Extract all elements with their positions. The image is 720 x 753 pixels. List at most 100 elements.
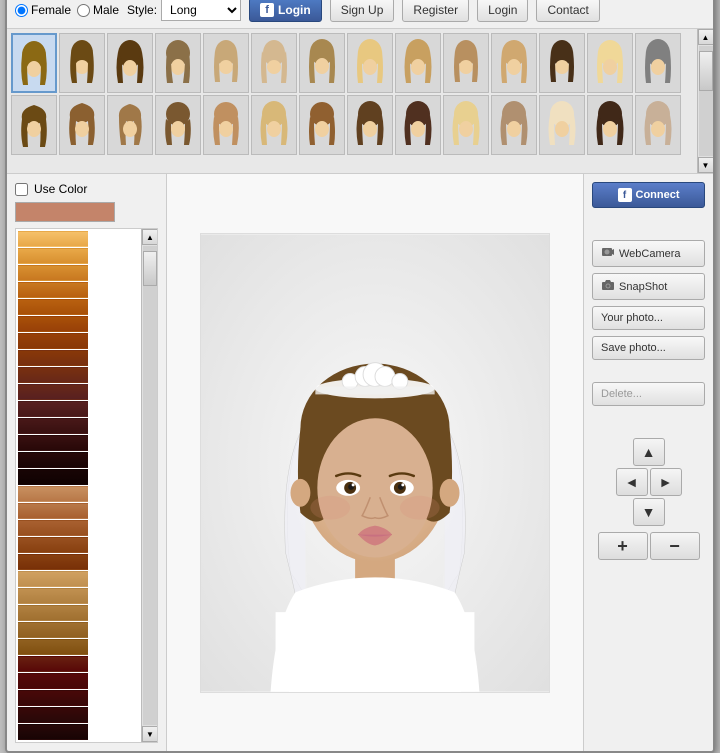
male-radio[interactable] xyxy=(77,4,90,17)
style-select[interactable]: Long Short Medium Curly Straight xyxy=(161,0,241,21)
webcam-button[interactable]: WebCamera xyxy=(592,240,705,267)
palette-color-29[interactable] xyxy=(18,707,88,723)
arrow-up-button[interactable]: ▲ xyxy=(633,438,665,466)
hair-thumb-r2-8[interactable] xyxy=(347,95,393,155)
fb-login-button[interactable]: f Login xyxy=(249,0,322,22)
palette-color-13[interactable] xyxy=(18,435,88,451)
register-button[interactable]: Register xyxy=(402,0,469,22)
arrow-down-button[interactable]: ▼ xyxy=(633,498,665,526)
palette-scroll-thumb[interactable] xyxy=(143,251,157,286)
palette-scroll-up[interactable]: ▲ xyxy=(142,229,158,245)
palette-color-23[interactable] xyxy=(18,605,88,621)
hair-gallery-inner xyxy=(7,29,713,159)
gallery-scroll-down[interactable]: ▼ xyxy=(698,157,714,173)
toolbar: Female Male Style: Long Short Medium Cur… xyxy=(7,0,713,29)
palette-color-24[interactable] xyxy=(18,622,88,638)
male-radio-label[interactable]: Male xyxy=(77,3,119,17)
hair-thumb-13[interactable] xyxy=(587,33,633,93)
arrow-left-button[interactable]: ◄ xyxy=(616,468,648,496)
hair-thumb-r2-6[interactable] xyxy=(251,95,297,155)
palette-color-5[interactable] xyxy=(18,299,88,315)
hair-thumb-5[interactable] xyxy=(203,33,249,93)
hair-thumb-1[interactable] xyxy=(11,33,57,93)
hair-thumb-9[interactable] xyxy=(395,33,441,93)
gallery-scroll-thumb[interactable] xyxy=(699,51,713,91)
hair-thumb-12[interactable] xyxy=(539,33,585,93)
palette-color-6[interactable] xyxy=(18,316,88,332)
palette-color-18[interactable] xyxy=(18,520,88,536)
gallery-scroll-up[interactable]: ▲ xyxy=(698,29,714,45)
palette-color-9[interactable] xyxy=(18,367,88,383)
hair-thumb-r2-11[interactable] xyxy=(491,95,537,155)
female-radio[interactable] xyxy=(15,4,28,17)
palette-color-16[interactable] xyxy=(18,486,88,502)
hair-thumb-r2-13[interactable] xyxy=(587,95,633,155)
palette-color-3[interactable] xyxy=(18,265,88,281)
snapshot-button[interactable]: SnapShot xyxy=(592,273,705,300)
color-swatch[interactable] xyxy=(15,202,115,222)
hair-thumb-3[interactable] xyxy=(107,33,153,93)
hair-row-2 xyxy=(11,95,709,155)
palette-color-10[interactable] xyxy=(18,384,88,400)
hair-thumb-r2-12[interactable] xyxy=(539,95,585,155)
hair-row-1 xyxy=(11,33,709,93)
hair-thumb-r2-14[interactable] xyxy=(635,95,681,155)
hair-thumb-r2-1[interactable] xyxy=(11,95,57,155)
palette-color-7[interactable] xyxy=(18,333,88,349)
palette-color-17[interactable] xyxy=(18,503,88,519)
hair-thumb-r2-10[interactable] xyxy=(443,95,489,155)
hair-thumb-14[interactable] xyxy=(635,33,681,93)
hair-thumb-8[interactable] xyxy=(347,33,393,93)
hair-thumb-r2-4[interactable] xyxy=(155,95,201,155)
hair-thumb-7[interactable] xyxy=(299,33,345,93)
zoom-in-button[interactable]: + xyxy=(598,532,648,560)
palette-color-26[interactable] xyxy=(18,656,88,672)
palette-scroll-down[interactable]: ▼ xyxy=(142,726,158,742)
hair-thumb-11[interactable] xyxy=(491,33,537,93)
palette-color-2[interactable] xyxy=(18,248,88,264)
palette-color-27[interactable] xyxy=(18,673,88,689)
nav-arrows: ▲ ◄ ► ▼ + − xyxy=(592,438,705,560)
palette-color-4[interactable] xyxy=(18,282,88,298)
palette-color-1[interactable] xyxy=(18,231,88,247)
fb-connect-button[interactable]: f Connect xyxy=(592,182,705,208)
zoom-out-button[interactable]: − xyxy=(650,532,700,560)
arrow-right-button[interactable]: ► xyxy=(650,468,682,496)
use-color-checkbox[interactable] xyxy=(15,183,28,196)
hair-thumb-r2-9[interactable] xyxy=(395,95,441,155)
female-radio-label[interactable]: Female xyxy=(15,3,71,17)
contact-button[interactable]: Contact xyxy=(536,0,599,22)
palette-color-15[interactable] xyxy=(18,469,88,485)
arrow-mid-row: ◄ ► xyxy=(616,468,682,496)
app-window: Image Hair Styler Female Male Style: Lon… xyxy=(5,0,715,753)
your-photo-button[interactable]: Your photo... xyxy=(592,306,705,330)
hair-thumb-10[interactable] xyxy=(443,33,489,93)
signup-button[interactable]: Sign Up xyxy=(330,0,395,22)
save-photo-button[interactable]: Save photo... xyxy=(592,336,705,360)
hair-thumb-6[interactable] xyxy=(251,33,297,93)
palette-color-22[interactable] xyxy=(18,588,88,604)
palette-color-14[interactable] xyxy=(18,452,88,468)
hair-thumb-2[interactable] xyxy=(59,33,105,93)
palette-color-8[interactable] xyxy=(18,350,88,366)
login-button[interactable]: Login xyxy=(477,0,528,22)
delete-button[interactable]: Delete... xyxy=(592,382,705,406)
arrow-up-row: ▲ xyxy=(633,438,665,466)
palette-scroll-track xyxy=(143,246,157,725)
hair-thumb-r2-5[interactable] xyxy=(203,95,249,155)
hair-thumb-4[interactable] xyxy=(155,33,201,93)
palette-color-11[interactable] xyxy=(18,401,88,417)
palette-color-21[interactable] xyxy=(18,571,88,587)
palette-color-20[interactable] xyxy=(18,554,88,570)
palette-color-28[interactable] xyxy=(18,690,88,706)
hair-thumb-r2-7[interactable] xyxy=(299,95,345,155)
palette-color-12[interactable] xyxy=(18,418,88,434)
palette-color-30[interactable] xyxy=(18,724,88,740)
palette-color-19[interactable] xyxy=(18,537,88,553)
male-label: Male xyxy=(93,3,119,17)
hair-thumb-r2-3[interactable] xyxy=(107,95,153,155)
gallery-scrollbar: ▲ ▼ xyxy=(697,29,713,173)
use-color-label: Use Color xyxy=(34,182,87,196)
hair-thumb-r2-2[interactable] xyxy=(59,95,105,155)
palette-color-25[interactable] xyxy=(18,639,88,655)
